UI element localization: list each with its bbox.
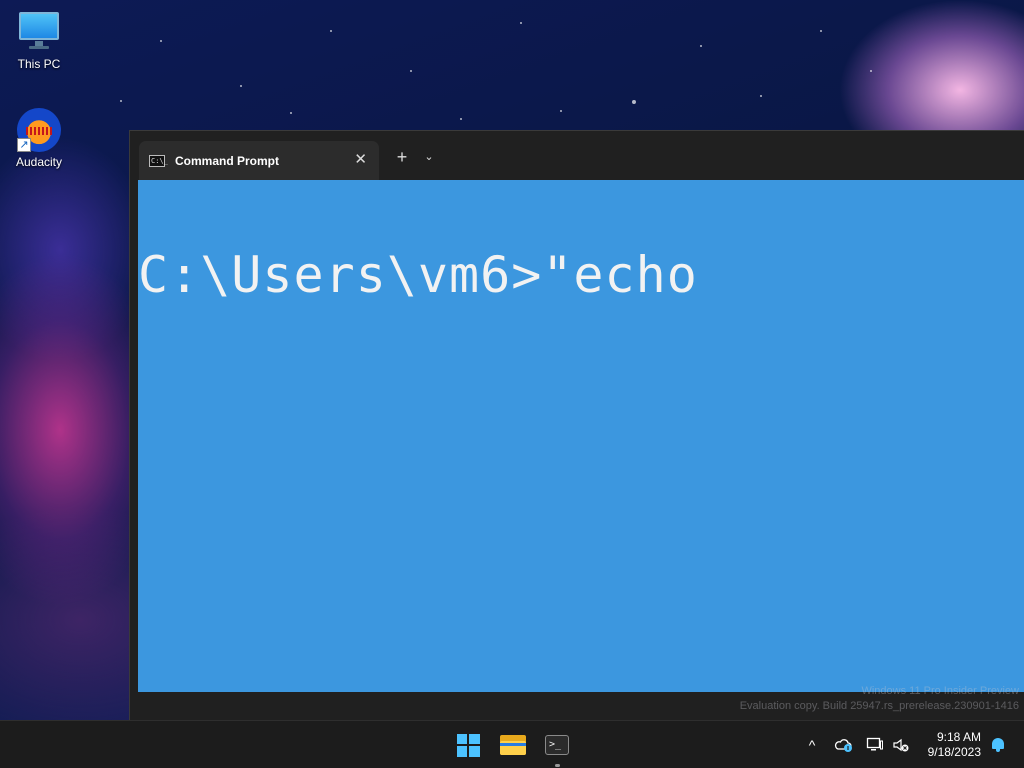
network-icon[interactable] (866, 737, 884, 753)
clock-date: 9/18/2023 (927, 745, 981, 759)
terminal-taskbar-button[interactable]: >_ (539, 727, 575, 767)
tab-title: Command Prompt (175, 153, 280, 168)
evaluation-watermark: Windows 11 Pro Insider Preview Evaluatio… (740, 684, 1019, 714)
audacity-icon: ↗ (17, 108, 61, 152)
clock[interactable]: 9:18 AM 9/18/2023 (928, 730, 981, 760)
volume-muted-icon[interactable] (892, 737, 910, 753)
terminal-window: C:\_ Command Prompt ✕ + ⌄ C:\Users\vm6>"… (129, 130, 1024, 720)
console-prompt-line: C:\Users\vm6>"echo (138, 246, 698, 304)
tab-command-prompt[interactable]: C:\_ Command Prompt ✕ (139, 141, 379, 180)
watermark-line-1: Windows 11 Pro Insider Preview (861, 685, 1019, 697)
monitor-icon (17, 10, 61, 54)
shortcut-arrow-icon: ↗ (17, 138, 31, 152)
clock-time: 9:18 AM (936, 730, 981, 744)
console-area[interactable]: C:\Users\vm6>"echo (138, 180, 1024, 692)
bell-icon[interactable] (991, 737, 1005, 752)
desktop-icon-label: Audacity (15, 155, 63, 169)
terminal-icon: >_ (545, 735, 569, 755)
windows-logo-icon (456, 733, 480, 757)
file-explorer-button[interactable] (495, 727, 531, 763)
desktop-icon-label: This PC (17, 57, 61, 71)
tab-bar: C:\_ Command Prompt ✕ + ⌄ (130, 131, 1024, 180)
taskbar: >_ ^ 9:18 AM 9/18/2023 (0, 720, 1024, 768)
folder-icon (500, 735, 526, 755)
cmd-icon: C:\_ (149, 154, 168, 167)
desktop-icon-audacity[interactable]: ↗ Audacity (4, 108, 74, 169)
close-icon[interactable]: ✕ (354, 150, 367, 170)
onedrive-cloud-icon[interactable] (834, 737, 854, 753)
watermark-line-2: Evaluation copy. Build 25947.rs_prerelea… (739, 700, 1019, 712)
desktop-icon-this-pc[interactable]: This PC (4, 10, 74, 71)
start-button[interactable] (450, 727, 486, 763)
running-indicator (555, 764, 560, 767)
system-tray: ^ (804, 721, 910, 768)
chevron-up-icon[interactable]: ^ (804, 737, 820, 753)
chevron-down-icon[interactable]: ⌄ (418, 143, 440, 171)
new-tab-button[interactable]: + (388, 143, 416, 171)
